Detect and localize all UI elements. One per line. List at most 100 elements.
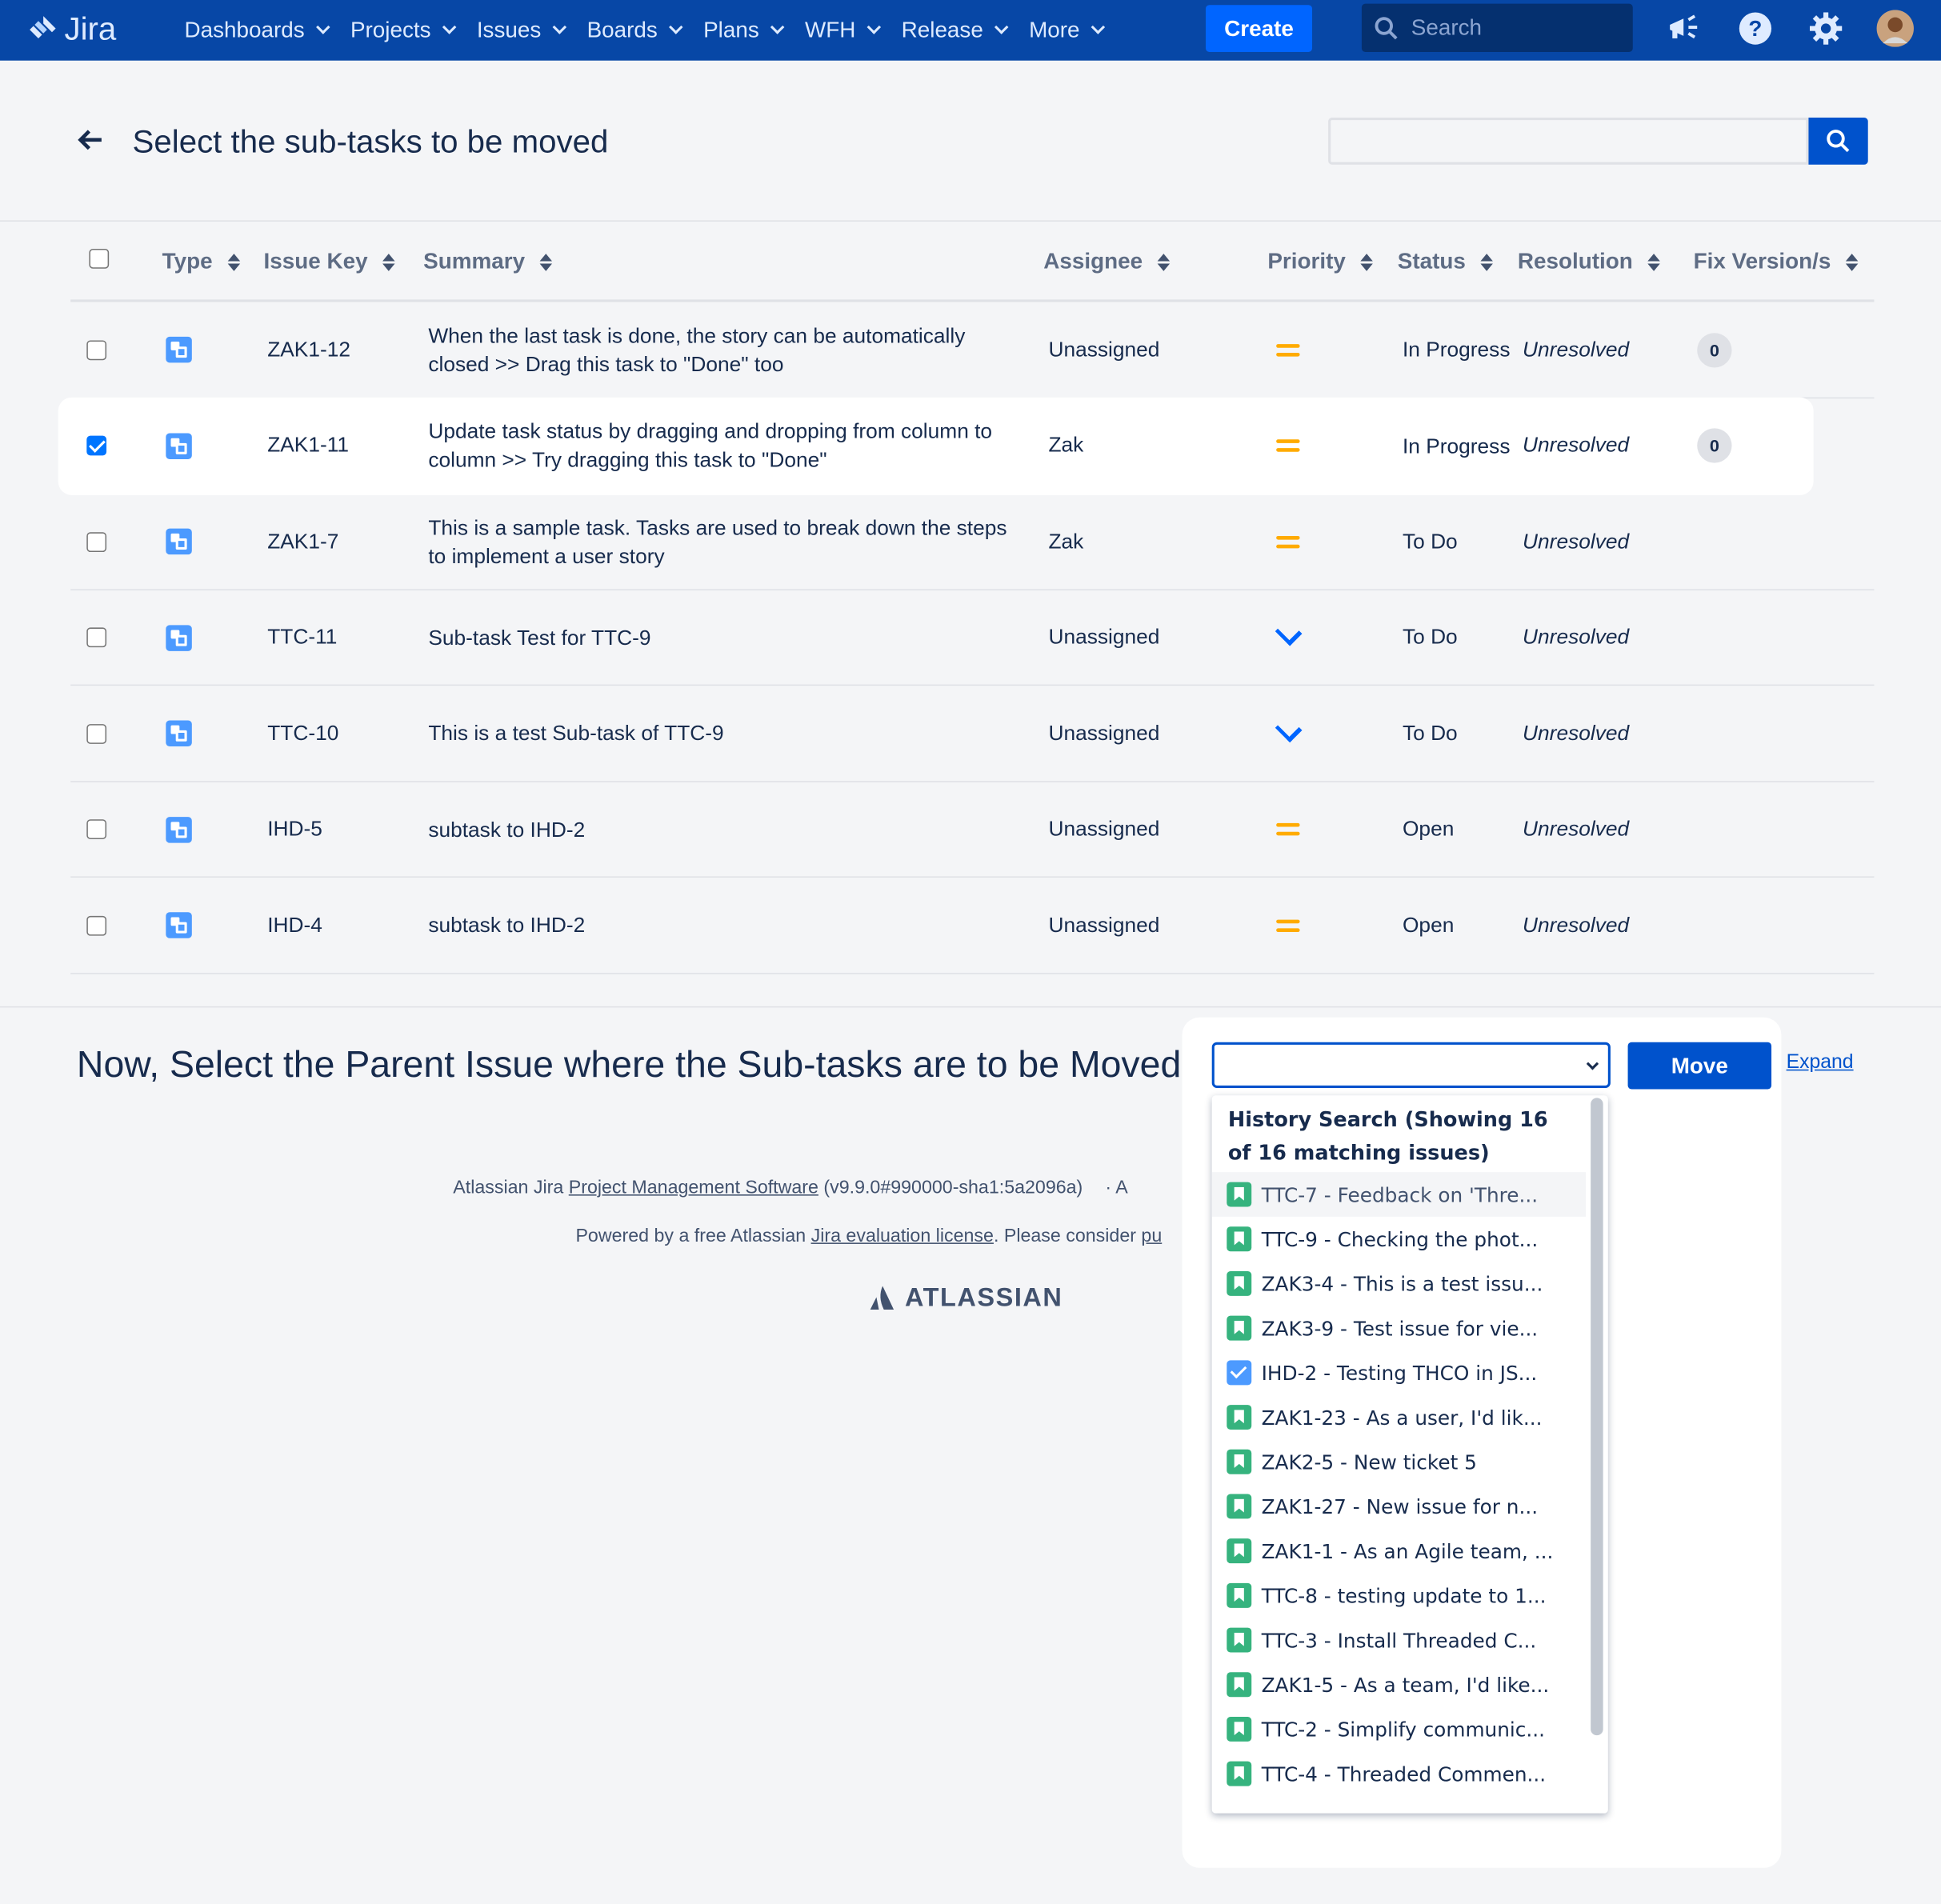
parent-issue-dropdown: History Search (Showing 16 of 16 matchin… [1211,1095,1608,1814]
row-checkbox[interactable] [86,531,107,552]
footer-link[interactable]: Project Management Software [569,1177,818,1198]
gear-icon[interactable] [1807,10,1844,46]
footer-link-truncated[interactable]: pu [1141,1226,1162,1246]
expand-link[interactable]: Expand [1787,1052,1854,1074]
column-summary[interactable]: Summary [423,249,553,274]
issue-assignee: Unassigned [1048,817,1160,841]
dropdown-option[interactable]: TTC-3 - Install Threaded C... [1212,1618,1586,1662]
dropdown-option[interactable]: ZAK3-4 - This is a test issu... [1212,1262,1586,1306]
header-label: Assignee [1043,248,1143,274]
checkbox[interactable] [89,248,110,269]
story-icon [1227,1494,1252,1519]
issue-key[interactable]: ZAK1-7 [267,494,338,589]
issue-resolution: Unresolved [1523,913,1630,937]
column-issue-key[interactable]: Issue Key [264,249,395,274]
row-checkbox[interactable] [86,723,107,744]
row-checkbox-checked[interactable] [86,435,107,456]
nav-more[interactable]: More [1018,0,1115,61]
dropdown-option[interactable]: ZAK1-5 - As a team, I'd like... [1212,1662,1586,1707]
dropdown-option[interactable]: ZAK3-9 - Test issue for vie... [1212,1306,1586,1350]
header-label: Issue Key [263,248,368,274]
subtask-type-icon [166,336,192,363]
table-row[interactable]: IHD-5 subtask to IHD-2 Unassigned Open U… [70,782,1875,878]
nav-label: Boards [586,17,658,42]
header-label: Status [1397,248,1466,274]
help-icon[interactable]: ? [1737,10,1774,46]
filter-search-button[interactable] [1808,117,1868,165]
jira-logo-icon [30,15,56,38]
table-row[interactable]: TTC-11 Sub-task Test for TTC-9 Unassigne… [70,590,1875,686]
parent-issue-select[interactable] [1211,1042,1611,1088]
nav-issues[interactable]: Issues [466,0,576,61]
select-all-checkbox[interactable] [89,248,110,269]
atlassian-logo-text: ATLASSIAN [905,1283,1063,1313]
sort-icon [1845,253,1859,271]
nav-plans[interactable]: Plans [692,0,794,61]
table-row[interactable]: ZAK1-7 This is a sample task. Tasks are … [70,494,1875,590]
header-label: Fix Version/s [1693,248,1831,274]
dropdown-option[interactable]: TTC-7 - Feedback on 'Thre... [1211,1172,1586,1217]
issue-key[interactable]: TTC-10 [267,686,338,781]
option-label: ZAK1-27 - New issue for n... [1261,1494,1539,1518]
avatar[interactable] [1876,10,1914,47]
issue-key[interactable]: IHD-5 [267,782,322,877]
issue-key[interactable]: TTC-11 [267,590,337,685]
table-row[interactable]: ZAK1-12 When the last task is done, the … [70,302,1875,398]
dropdown-option[interactable]: TTC-8 - testing update to 1... [1212,1573,1586,1618]
column-status[interactable]: Status [1398,249,1493,274]
option-label: TTC-4 - Threaded Commen... [1261,1762,1547,1786]
issue-key[interactable]: ZAK1-11 [267,398,349,493]
nav-release[interactable]: Release [890,0,1018,61]
dropdown-option[interactable]: ZAK2-5 - New ticket 5 [1212,1439,1586,1484]
issue-summary: subtask to IHD-2 [428,817,586,842]
nav-wfh[interactable]: WFH [794,0,890,61]
global-search-input[interactable]: Search [1361,3,1633,52]
story-icon [1227,1672,1252,1698]
back-arrow-icon[interactable] [77,127,104,158]
subtask-type-icon [166,912,192,938]
dropdown-option[interactable]: IHD-2 - Testing THCO in JS... [1212,1350,1586,1395]
row-checkbox[interactable] [86,819,107,840]
footer-link[interactable]: Jira evaluation license [811,1226,994,1246]
column-assignee[interactable]: Assignee [1043,248,1171,274]
row-checkbox[interactable] [86,339,107,360]
issue-resolution: Unresolved [1523,625,1630,649]
megaphone-icon[interactable] [1665,10,1702,46]
nav-boards[interactable]: Boards [576,0,693,61]
issue-key[interactable]: ZAK1-12 [267,302,350,398]
dropdown-option[interactable]: TTC-9 - Checking the phot... [1212,1217,1586,1262]
dropdown-option[interactable]: ZAK1-23 - As a user, I'd lik... [1212,1395,1586,1440]
issue-resolution: Unresolved [1523,337,1630,362]
table-row[interactable]: TTC-10 This is a test Sub-task of TTC-9 … [70,686,1875,782]
dropdown-option[interactable]: ZAK1-1 - As an Agile team, ... [1212,1529,1586,1574]
table-row-selected[interactable]: ZAK1-11 Update task status by dragging a… [59,398,1813,494]
column-priority[interactable]: Priority [1267,249,1373,274]
nav-projects[interactable]: Projects [339,0,466,61]
jira-logo[interactable]: Jira [27,10,116,48]
move-button[interactable]: Move [1627,1042,1772,1090]
option-label: TTC-7 - Feedback on 'Thre... [1261,1182,1539,1206]
column-fix-version[interactable]: Fix Version/s [1694,249,1859,274]
footer-text: Powered by a free Atlassian [575,1225,811,1247]
filter-input[interactable] [1328,117,1809,165]
search-icon [1827,130,1850,153]
footer-line-2: Powered by a free Atlassian Jira evaluat… [575,1226,1162,1246]
dropdown-option[interactable]: TTC-2 - Simplify communic... [1212,1707,1586,1752]
issue-assignee: Unassigned [1048,625,1160,649]
issue-summary: When the last task is done, the story ca… [428,323,966,376]
dropdown-scrollbar[interactable] [1591,1098,1603,1736]
row-checkbox[interactable] [86,627,107,648]
table-row[interactable]: IHD-4 subtask to IHD-2 Unassigned Open U… [70,878,1875,974]
row-checkbox[interactable] [86,915,107,935]
header-label: Priority [1267,248,1346,274]
dropdown-option[interactable]: TTC-4 - Threaded Commen... [1212,1751,1586,1796]
sort-icon [382,253,395,271]
sort-icon [1647,253,1660,271]
column-type[interactable]: Type [162,249,240,274]
nav-dashboards[interactable]: Dashboards [174,0,339,61]
column-resolution[interactable]: Resolution [1518,249,1660,274]
dropdown-option[interactable]: ZAK1-27 - New issue for n... [1212,1484,1586,1529]
issue-key[interactable]: IHD-4 [267,878,322,973]
create-button[interactable]: Create [1205,5,1313,52]
issue-summary: Update task status by dragging and dropp… [428,419,993,472]
